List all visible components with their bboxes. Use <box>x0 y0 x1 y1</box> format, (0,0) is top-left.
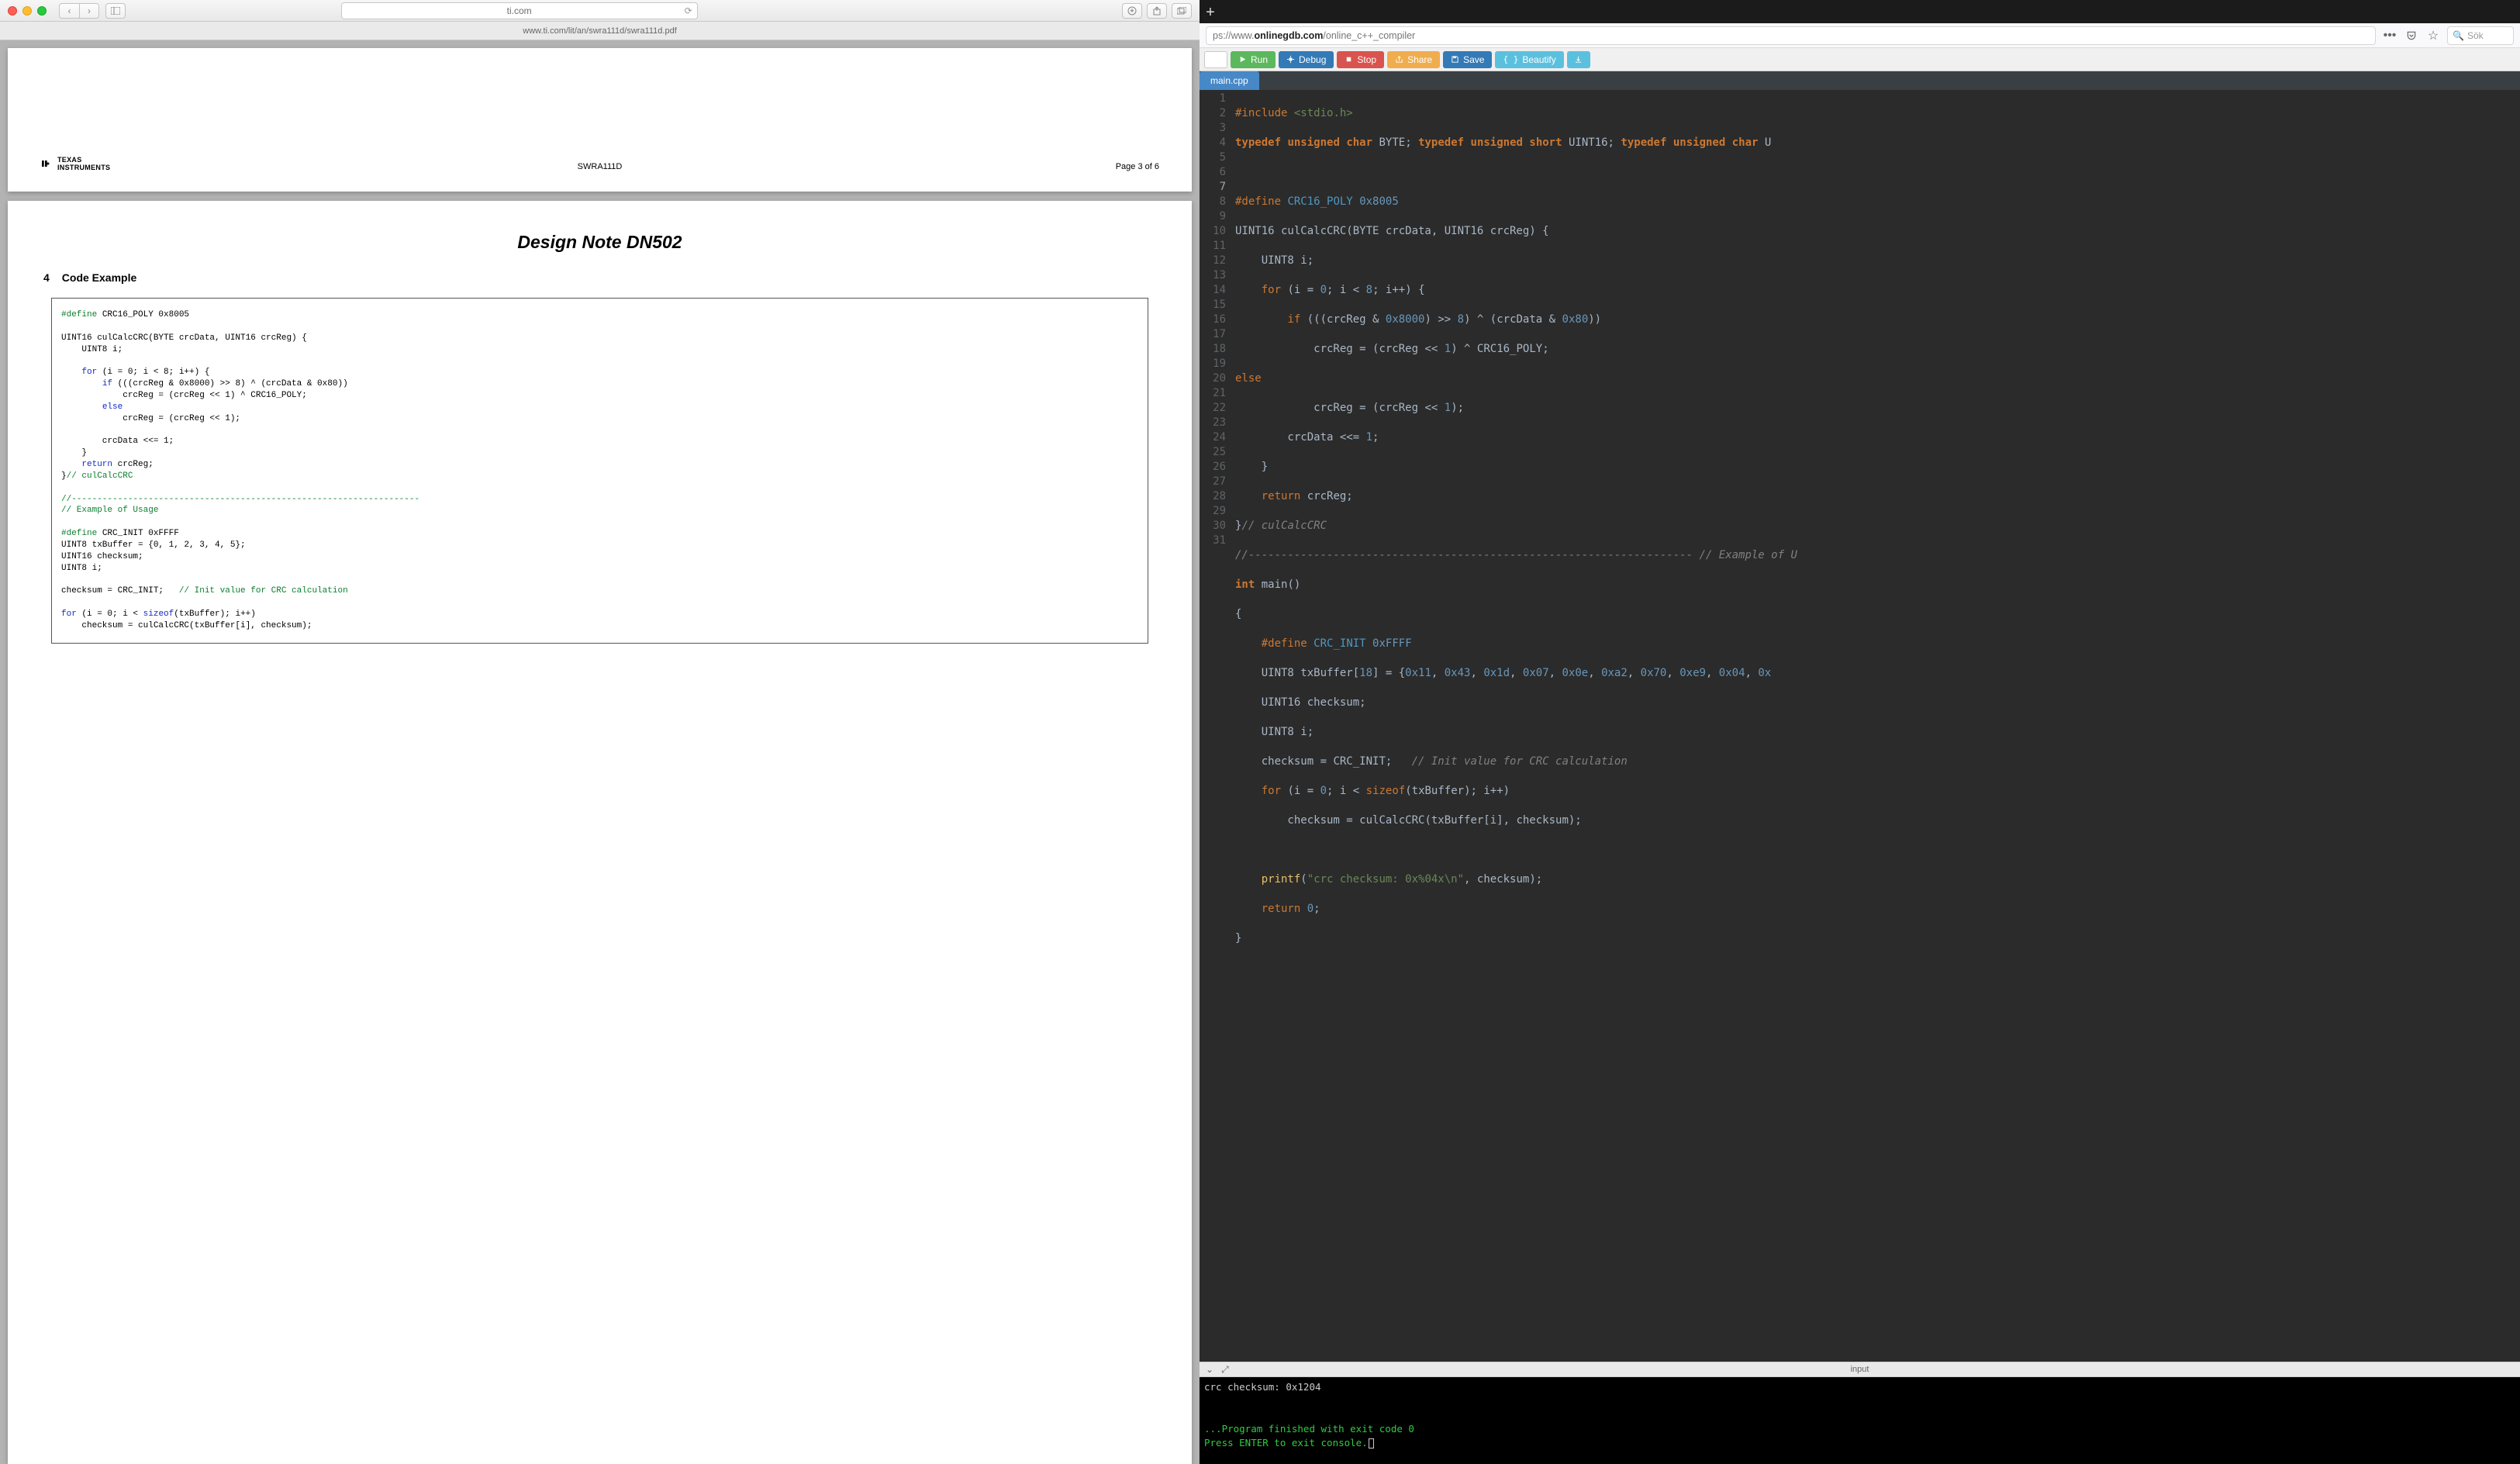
beautify-button[interactable]: { } Beautify <box>1495 51 1563 68</box>
console-cursor <box>1369 1438 1374 1448</box>
collapse-console-icon[interactable]: ⌄ <box>1206 1364 1213 1375</box>
run-button[interactable]: Run <box>1231 51 1276 68</box>
save-label: Save <box>1463 54 1484 65</box>
console-line-exit: ...Program finished with exit code 0 <box>1204 1423 1414 1435</box>
search-icon: 🔍 <box>2453 30 2464 41</box>
zoom-window-button[interactable] <box>37 6 47 16</box>
sidebar-button[interactable] <box>105 3 126 19</box>
pdf-code-block: #define CRC16_POLY 0x8005 UINT16 culCalc… <box>51 298 1148 644</box>
share-button[interactable] <box>1147 3 1167 19</box>
search-placeholder: Sök <box>2467 30 2484 41</box>
console-bar: ⌄ ⤢ input <box>1200 1362 2520 1377</box>
more-icon[interactable]: ••• <box>2382 28 2397 43</box>
console-output[interactable]: crc checksum: 0x1204 ...Program finished… <box>1200 1377 2520 1464</box>
url-text: ti.com <box>507 5 532 16</box>
logo-text-1: TEXAS <box>57 156 110 164</box>
debug-label: Debug <box>1299 54 1326 65</box>
firefox-address-bar[interactable]: ps://www.onlinegdb.com/online_c++_compil… <box>1206 26 2376 45</box>
code-editor[interactable]: 1234567891011121314151617181920212223242… <box>1200 90 2520 1362</box>
close-window-button[interactable] <box>8 6 17 16</box>
minimize-window-button[interactable] <box>22 6 32 16</box>
expand-console-icon[interactable]: ⤢ <box>1221 1364 1229 1376</box>
tab-title: www.ti.com/lit/an/swra111d/swra111d.pdf <box>523 26 677 36</box>
firefox-tabstrip: + <box>1200 0 2520 23</box>
save-button[interactable]: Save <box>1443 51 1492 68</box>
stop-label: Stop <box>1357 54 1376 65</box>
firefox-search-box[interactable]: 🔍 Sök <box>2447 26 2514 45</box>
download-button[interactable] <box>1567 51 1590 68</box>
url-prefix: ps://www. <box>1213 30 1255 41</box>
pdf-page-previous: TEXAS INSTRUMENTS SWRA111D Page 3 of 6 <box>8 48 1192 192</box>
firefox-window: + ps://www.onlinegdb.com/online_c++_comp… <box>1200 0 2520 1464</box>
section-heading: 4 Code Example <box>43 271 1156 284</box>
back-button[interactable]: ‹ <box>59 3 79 19</box>
pdf-viewport[interactable]: TEXAS INSTRUMENTS SWRA111D Page 3 of 6 D… <box>0 40 1200 1464</box>
pdf-title: Design Note DN502 <box>43 232 1156 253</box>
ide-toolbar: Run Debug Stop Share Save { } Beautify <box>1200 48 2520 71</box>
editor-tab-main[interactable]: main.cpp <box>1200 71 1259 90</box>
firefox-toolbar: ps://www.onlinegdb.com/online_c++_compil… <box>1200 23 2520 48</box>
page-number: Page 3 of 6 <box>1116 162 1159 171</box>
window-controls <box>8 6 47 16</box>
pdf-page-current: Design Note DN502 4 Code Example #define… <box>8 201 1192 1464</box>
tabs-button[interactable] <box>1172 3 1192 19</box>
safari-toolbar: ‹ › ti.com ⟳ <box>0 0 1200 22</box>
share-label: Share <box>1407 54 1432 65</box>
section-number: 4 <box>43 271 50 284</box>
line-number-gutter: 1234567891011121314151617181920212223242… <box>1200 90 1232 1362</box>
logo-text-2: INSTRUMENTS <box>57 164 110 171</box>
section-title: Code Example <box>62 271 136 284</box>
console-line: crc checksum: 0x1204 <box>1204 1381 1321 1393</box>
stop-button[interactable]: Stop <box>1337 51 1384 68</box>
ti-logo: TEXAS INSTRUMENTS <box>40 156 110 171</box>
safari-window: ‹ › ti.com ⟳ ww <box>0 0 1200 1464</box>
url-path: /online_c++_compiler <box>1323 30 1415 41</box>
new-file-button[interactable] <box>1204 51 1227 68</box>
console-line-prompt: Press ENTER to exit console. <box>1204 1437 1368 1448</box>
reload-icon[interactable]: ⟳ <box>685 5 692 16</box>
url-domain: onlinegdb.com <box>1255 30 1324 41</box>
editor-tab-label: main.cpp <box>1210 75 1248 86</box>
code-content[interactable]: #include <stdio.h> typedef unsigned char… <box>1232 90 2520 1362</box>
beautify-label: Beautify <box>1522 54 1555 65</box>
debug-button[interactable]: Debug <box>1279 51 1334 68</box>
bookmark-star-icon[interactable]: ☆ <box>2425 28 2441 43</box>
forward-button[interactable]: › <box>79 3 99 19</box>
pocket-icon[interactable] <box>2404 28 2419 43</box>
doc-id: SWRA111D <box>578 162 623 171</box>
run-label: Run <box>1251 54 1268 65</box>
downloads-button[interactable] <box>1122 3 1142 19</box>
new-tab-button[interactable]: + <box>1200 2 1221 23</box>
editor-tabstrip: main.cpp <box>1200 71 2520 90</box>
address-bar[interactable]: ti.com ⟳ <box>341 2 698 19</box>
share-button[interactable]: Share <box>1387 51 1440 68</box>
safari-tab[interactable]: www.ti.com/lit/an/swra111d/swra111d.pdf <box>0 22 1200 40</box>
console-tab-label[interactable]: input <box>1851 1365 1869 1374</box>
